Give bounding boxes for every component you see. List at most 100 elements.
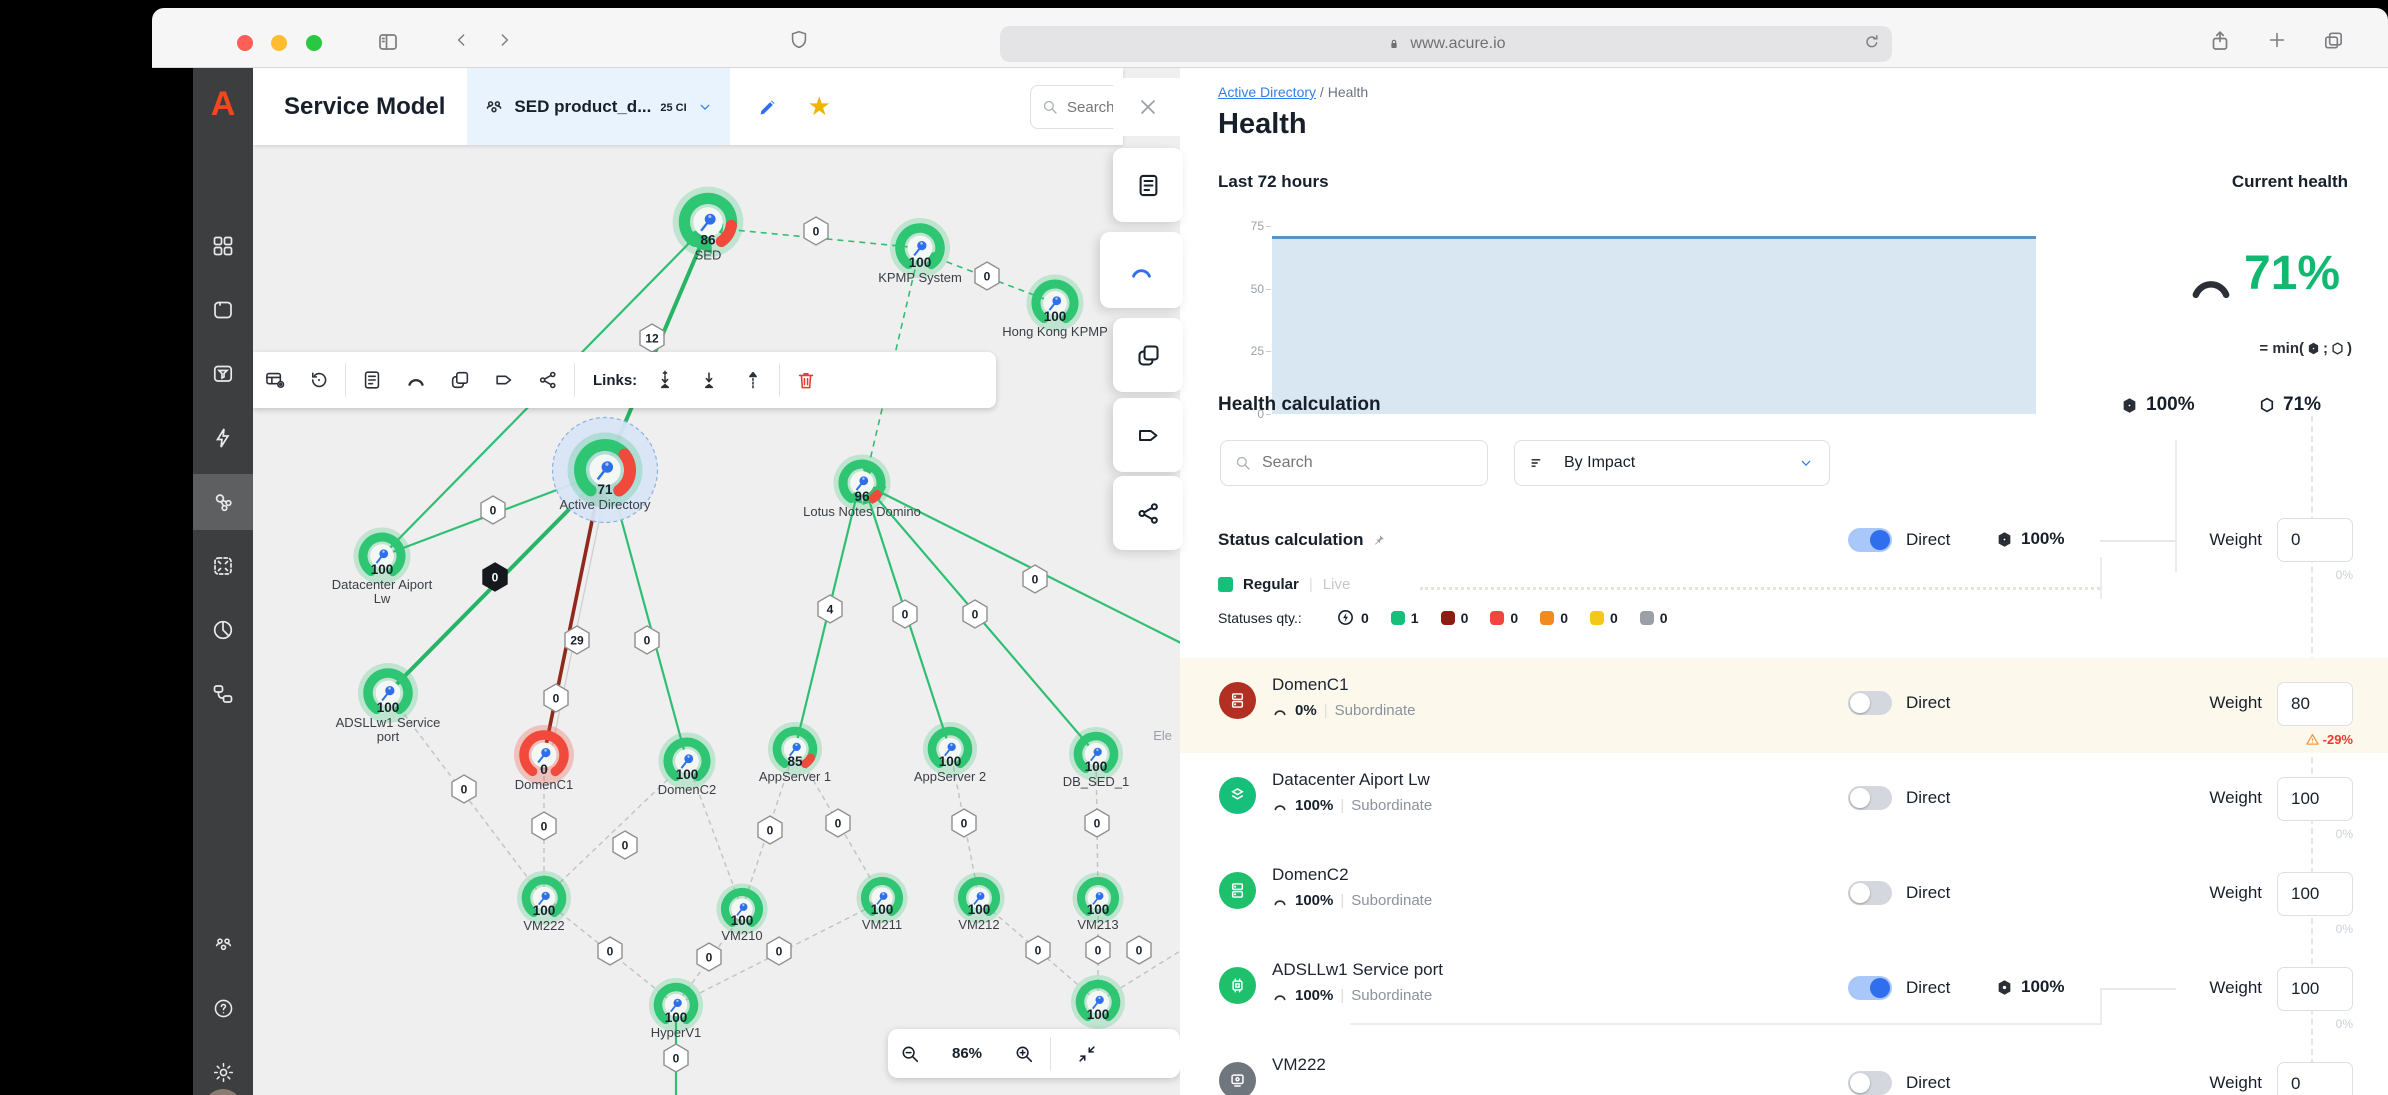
- tab-share[interactable]: [1113, 476, 1183, 550]
- shield-icon[interactable]: [788, 29, 810, 51]
- edit-model-button[interactable]: [756, 95, 780, 119]
- link-in-plus-icon[interactable]: [643, 352, 687, 408]
- sidebar-item-apps[interactable]: [193, 218, 253, 274]
- edge-badge[interactable]: 0: [1086, 936, 1110, 964]
- health-icon[interactable]: [394, 352, 438, 408]
- avatar[interactable]: [204, 1089, 242, 1095]
- graph-node[interactable]: 71Active Directory: [553, 418, 658, 523]
- edge-badge[interactable]: 0: [1127, 936, 1151, 964]
- edge-badge[interactable]: 12: [640, 324, 664, 352]
- ci-row[interactable]: DomenC1 0% | Subordinate Direct Weight 8…: [1180, 658, 2388, 753]
- sidebar-item-pages[interactable]: [193, 282, 253, 338]
- tab-copy[interactable]: [1113, 318, 1183, 392]
- copy-icon[interactable]: [438, 352, 482, 408]
- link-out-icon[interactable]: [731, 352, 775, 408]
- graph-node[interactable]: 100VM212: [954, 873, 1005, 933]
- sidebar-item-filter-box[interactable]: [193, 346, 253, 402]
- row-weight-input[interactable]: 100: [2277, 777, 2353, 821]
- edge-badge[interactable]: 0: [767, 937, 791, 965]
- zoom-out-icon[interactable]: [888, 1026, 932, 1082]
- edge-badge[interactable]: 0: [532, 812, 556, 840]
- breadcrumb-link[interactable]: Active Directory: [1218, 84, 1316, 100]
- edge-badge[interactable]: 0: [664, 1044, 688, 1072]
- graph-node[interactable]: 86SED: [673, 187, 744, 263]
- edge-badge[interactable]: 0: [1085, 809, 1109, 837]
- ci-row[interactable]: ADSLLw1 Service port 100% | Subordinate …: [1180, 943, 2388, 1038]
- edge-badge[interactable]: 0: [963, 600, 987, 628]
- favorite-star-icon[interactable]: ★: [808, 91, 831, 122]
- sidebar-item-dashboards[interactable]: [193, 602, 253, 658]
- tab-health-arc-active[interactable]: [1100, 232, 1183, 308]
- ci-name[interactable]: ADSLLw1 Service port: [1272, 960, 1443, 980]
- tab-overview-icon[interactable]: [2322, 29, 2345, 52]
- row-weight-input[interactable]: 80: [2277, 682, 2353, 726]
- edge-badge[interactable]: 0: [1023, 565, 1047, 593]
- ci-name[interactable]: Datacenter Aiport Lw: [1272, 770, 1430, 790]
- graph-node[interactable]: 100AppServer 2: [914, 722, 986, 784]
- sidebar-item-profile[interactable]: [193, 1080, 253, 1095]
- back-icon[interactable]: [452, 30, 472, 50]
- edge-badge[interactable]: 0: [635, 626, 659, 654]
- sidebar-item-service-model[interactable]: [193, 474, 253, 530]
- topology-graph[interactable]: 0001200290400000000000000000086SED100KPM…: [253, 68, 1180, 1095]
- edge-badge[interactable]: 0: [1026, 936, 1050, 964]
- zoom-window-button[interactable]: [306, 35, 322, 51]
- row-direct-toggle[interactable]: [1848, 786, 1892, 810]
- graph-node[interactable]: 100VM213: [1073, 873, 1124, 933]
- fit-screen-icon[interactable]: [1065, 1026, 1109, 1082]
- edge-badge[interactable]: 0: [598, 937, 622, 965]
- row-direct-toggle[interactable]: [1848, 881, 1892, 905]
- graph-node[interactable]: 100Hong Kong KPMP: [1002, 275, 1108, 340]
- graph-node[interactable]: 100HyperV1: [649, 978, 703, 1040]
- sidebar-item-workflows[interactable]: [193, 666, 253, 722]
- new-tab-icon[interactable]: [2266, 29, 2288, 51]
- app-logo[interactable]: A: [193, 76, 253, 132]
- edge-badge[interactable]: 0: [826, 809, 850, 837]
- row-weight-input[interactable]: 100: [2277, 872, 2353, 916]
- graph-node[interactable]: 100: [1071, 975, 1125, 1029]
- history-icon[interactable]: [297, 352, 341, 408]
- edge-badge[interactable]: 0: [893, 600, 917, 628]
- sidebar-toggle-icon[interactable]: [376, 30, 400, 54]
- edge-badge[interactable]: 0: [613, 831, 637, 859]
- graph-node[interactable]: 100VM211: [857, 873, 908, 933]
- model-selector-dropdown[interactable]: SED product_d... 25 CI: [467, 68, 729, 145]
- row-direct-toggle[interactable]: [1848, 691, 1892, 715]
- minimize-window-button[interactable]: [271, 35, 287, 51]
- tag-icon[interactable]: [482, 352, 526, 408]
- graph-node[interactable]: 100KPMP System: [878, 218, 962, 285]
- graph-node[interactable]: 100DomenC2: [658, 733, 717, 798]
- graph-node[interactable]: 96Lotus Notes Domino: [803, 455, 921, 520]
- edge-badge[interactable]: 0: [483, 563, 507, 591]
- sidebar-item-automation[interactable]: [193, 410, 253, 466]
- row-direct-toggle[interactable]: [1848, 1071, 1892, 1095]
- edge-badge[interactable]: 4: [818, 595, 842, 623]
- pin-icon[interactable]: [1371, 533, 1386, 548]
- reload-icon[interactable]: [1862, 32, 1882, 52]
- row-weight-input[interactable]: 100: [2277, 967, 2353, 1011]
- edge-badge[interactable]: 29: [565, 626, 589, 654]
- ci-name[interactable]: VM222: [1272, 1055, 1326, 1075]
- status-direct-toggle[interactable]: [1848, 528, 1892, 552]
- tab-document[interactable]: [1113, 148, 1183, 222]
- graph-node[interactable]: 100Datacenter AiportLw: [332, 528, 433, 607]
- graph-node[interactable]: 100DB_SED_1: [1063, 727, 1129, 789]
- tab-tag[interactable]: [1113, 398, 1183, 472]
- graph-node[interactable]: 100ADSLLw1 Serviceport: [336, 663, 441, 744]
- forward-icon[interactable]: [494, 30, 514, 50]
- edge-badge[interactable]: 0: [481, 496, 505, 524]
- row-weight-input[interactable]: 0: [2277, 1062, 2353, 1095]
- ci-name[interactable]: DomenC2: [1272, 865, 1349, 885]
- sidebar-item-team[interactable]: [193, 916, 253, 972]
- share-icon[interactable]: [526, 352, 570, 408]
- ci-row[interactable]: DomenC2 100% | Subordinate Direct Weight…: [1180, 848, 2388, 943]
- status-name[interactable]: Regular: [1243, 576, 1299, 593]
- link-in-icon[interactable]: [687, 352, 731, 408]
- edge-badge[interactable]: 0: [697, 943, 721, 971]
- details-icon[interactable]: [350, 352, 394, 408]
- sidebar-item-screens[interactable]: [193, 538, 253, 594]
- edge-badge[interactable]: 0: [544, 684, 568, 712]
- edge-badge[interactable]: 0: [952, 809, 976, 837]
- edge-badge[interactable]: 0: [975, 262, 999, 290]
- ci-row[interactable]: VM222 | Direct Weight 0: [1180, 1038, 2388, 1095]
